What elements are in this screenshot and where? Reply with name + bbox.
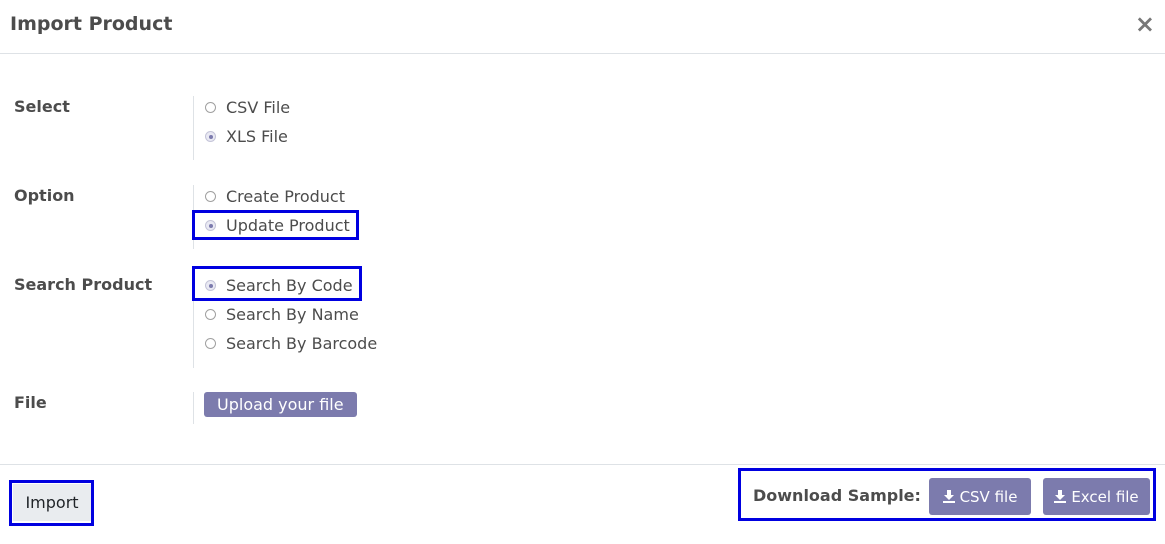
radio-xls-file[interactable]: XLS File (204, 122, 288, 151)
radio-csv-file[interactable]: CSV File (204, 93, 290, 122)
radio-icon (205, 338, 216, 349)
radio-icon (205, 309, 216, 320)
radio-label: Search By Barcode (226, 334, 378, 353)
highlight-box (192, 266, 362, 301)
highlight-box (192, 210, 359, 240)
radio-label: CSV File (226, 98, 291, 117)
radio-label: Search By Name (226, 305, 359, 324)
dialog-title: Import Product (10, 13, 173, 35)
radio-create-product[interactable]: Create Product (204, 182, 345, 211)
search-product-label: Search Product (14, 275, 153, 294)
radio-search-by-barcode[interactable]: Search By Barcode (204, 329, 377, 358)
radio-label: Create Product (226, 187, 345, 206)
highlight-box (738, 468, 1156, 521)
radio-search-by-name[interactable]: Search By Name (204, 300, 359, 329)
option-label: Option (14, 186, 75, 205)
radio-icon (205, 191, 216, 202)
radio-icon (205, 102, 216, 113)
file-label: File (14, 393, 47, 412)
divider (193, 392, 194, 424)
close-icon[interactable]: × (1135, 11, 1155, 37)
dialog-header: Import Product × (0, 0, 1165, 54)
highlight-box (9, 480, 94, 526)
radio-label: XLS File (226, 127, 288, 146)
radio-checked-icon (205, 131, 216, 142)
select-label: Select (14, 97, 70, 116)
upload-file-button[interactable]: Upload your file (204, 392, 357, 417)
divider (193, 96, 194, 160)
